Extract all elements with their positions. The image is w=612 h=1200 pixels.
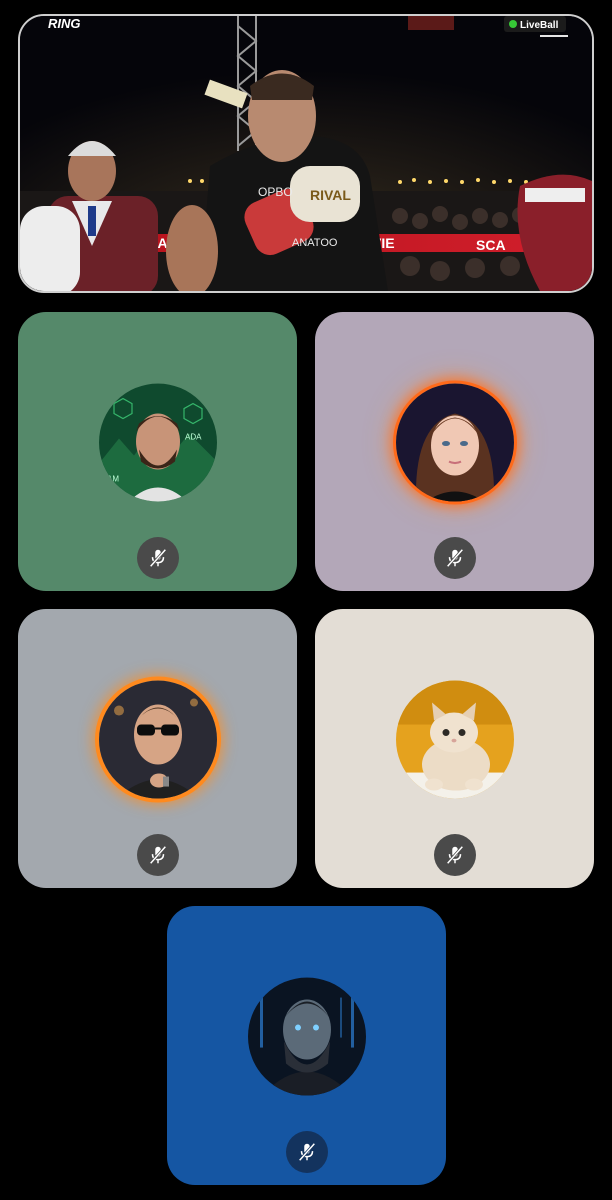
screen-share-video[interactable]: SCA VIE SCA RIVAL OPBO ANATOO RING [18, 14, 594, 293]
mic-muted-button[interactable] [433, 537, 476, 579]
woman-avatar [395, 383, 514, 502]
mic-off-icon [446, 845, 463, 865]
mic-off-icon [446, 548, 463, 568]
mic-muted-button[interactable] [285, 1131, 328, 1173]
live-badge-label: LiveBall [520, 20, 559, 31]
bearded-man-avatar: ADA AM [98, 383, 217, 502]
mic-off-icon [149, 548, 166, 568]
kitten-avatar [395, 680, 514, 799]
ring-ad-text: SCA [476, 237, 506, 253]
participant-tile[interactable] [315, 609, 594, 888]
mic-off-icon [298, 1142, 315, 1162]
mic-muted-button[interactable] [136, 834, 179, 876]
participant-tile[interactable] [18, 609, 297, 888]
sunglasses-man-avatar [98, 680, 217, 799]
mic-muted-button[interactable] [136, 537, 179, 579]
broadcast-logo: RING [48, 16, 81, 31]
participant-tile[interactable]: ADA AM [18, 312, 297, 591]
avatar-text: ADA [185, 432, 202, 441]
shirt-text: OPBO [258, 185, 293, 199]
mic-off-icon [149, 845, 166, 865]
participant-tile[interactable] [315, 312, 594, 591]
participant-tile[interactable] [167, 906, 446, 1185]
shirt-text-line2: ANATOO [292, 237, 338, 249]
warrior-avatar [247, 977, 366, 1096]
avatar-text: AM [107, 474, 119, 483]
mic-muted-button[interactable] [433, 834, 476, 876]
glove-text: RIVAL [310, 187, 351, 203]
